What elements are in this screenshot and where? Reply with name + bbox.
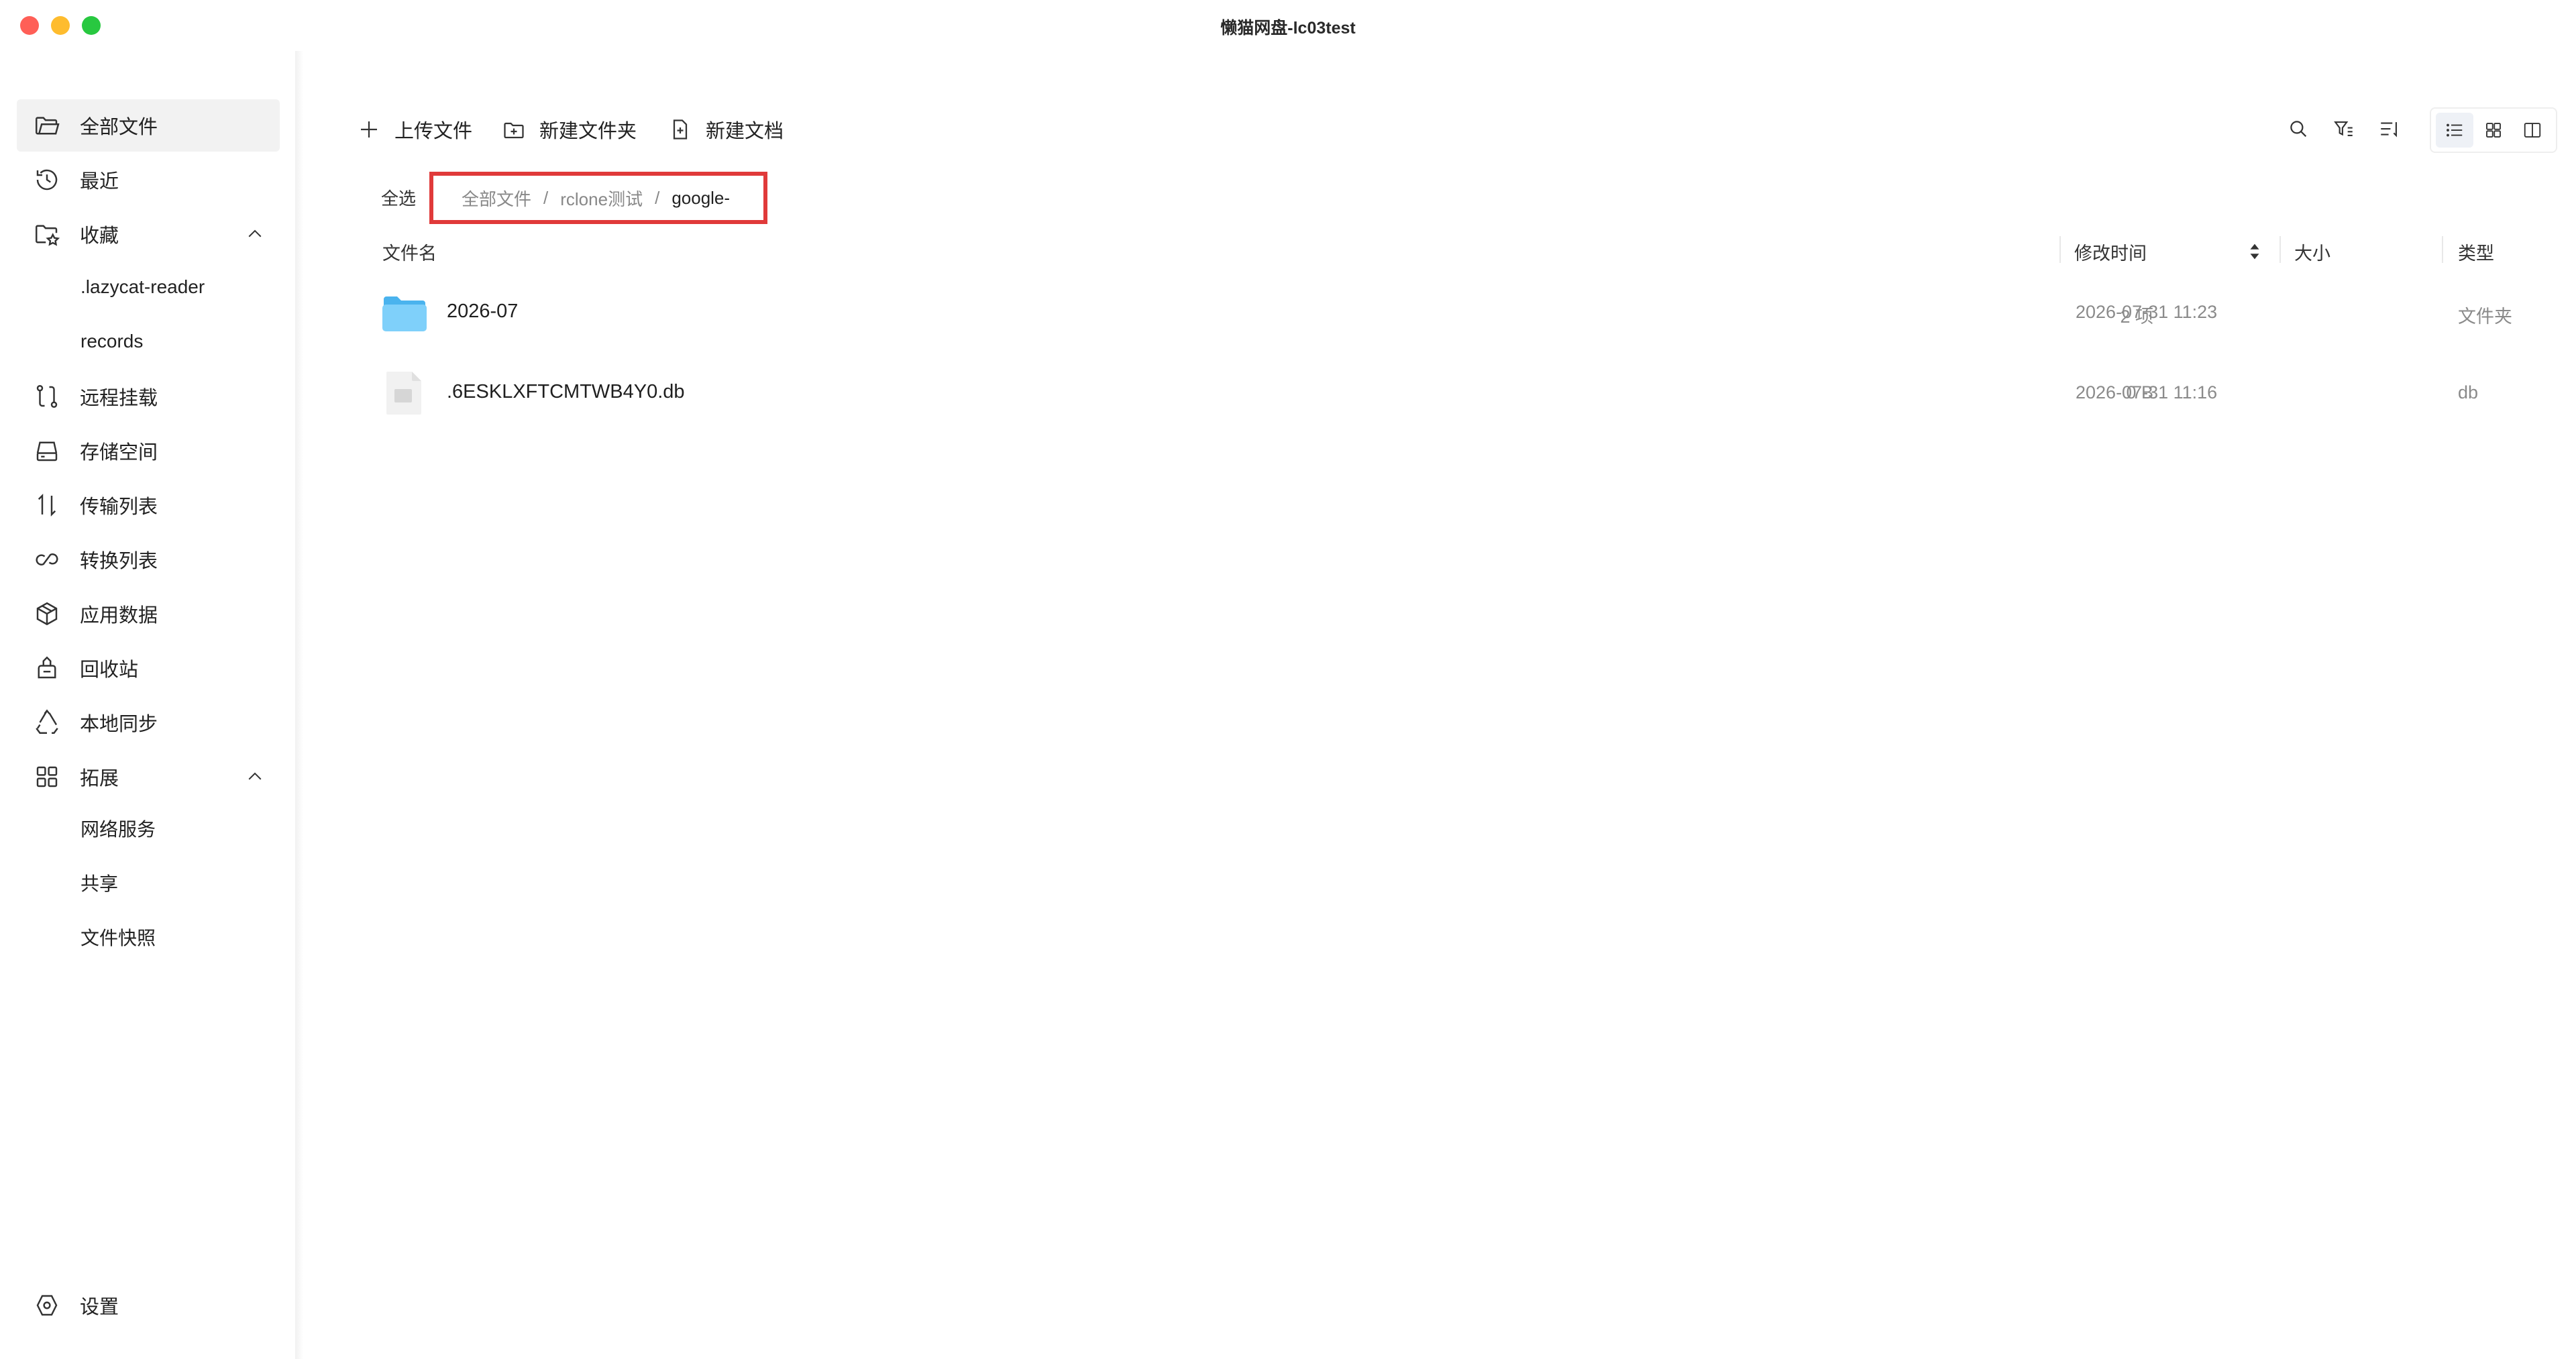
sidebar-item-storage[interactable]: 存储空间	[17, 425, 280, 477]
column-header-type[interactable]: 类型	[2458, 239, 2494, 265]
extensions-grid-icon	[33, 763, 61, 791]
sidebar-item-label: 设置	[80, 1297, 119, 1318]
view-mode-switch	[2430, 107, 2557, 153]
sync-recycle-icon	[33, 708, 61, 737]
breadcrumb-separator: /	[655, 187, 660, 208]
sidebar-item-remote-mount[interactable]: 远程挂载	[17, 370, 280, 423]
remote-mount-icon	[33, 382, 61, 411]
sidebar-item-app-data[interactable]: 应用数据	[17, 588, 280, 640]
favorite-item-lazycat-reader[interactable]: .lazycat-reader	[80, 267, 205, 307]
sidebar-item-label: 最近	[80, 171, 119, 193]
file-name: 2026-07	[447, 301, 519, 322]
upload-file-label: 上传文件	[394, 121, 473, 142]
column-divider[interactable]	[2279, 236, 2281, 263]
sidebar-item-label: 本地同步	[80, 714, 158, 735]
sort-toggle-icon[interactable]	[2249, 243, 2261, 260]
sidebar-item-all-files[interactable]: 全部文件	[17, 99, 280, 152]
extension-item-file-snapshots[interactable]: 文件快照	[80, 918, 156, 959]
storage-drive-icon	[33, 437, 61, 465]
extension-item-share[interactable]: 共享	[80, 864, 118, 904]
sort-list-icon[interactable]	[2376, 115, 2403, 142]
table-row[interactable]: .6ESKLXFTCMTWB4Y0.db 2026-07-31 11:16 0 …	[368, 354, 2555, 433]
search-icon[interactable]	[2285, 115, 2312, 142]
breadcrumb-current: google-	[672, 187, 731, 208]
sidebar-item-local-sync[interactable]: 本地同步	[17, 696, 280, 749]
folder-open-icon	[33, 111, 61, 140]
sidebar-item-recent[interactable]: 最近	[17, 154, 280, 206]
new-document-icon	[673, 119, 688, 140]
transfer-arrows-icon	[33, 491, 61, 519]
column-divider[interactable]	[2442, 236, 2443, 263]
list-view-icon	[2447, 123, 2463, 137]
sidebar-item-transfers[interactable]: 传输列表	[17, 479, 280, 531]
breadcrumb-item-rclone[interactable]: rclone测试	[560, 186, 643, 211]
breadcrumb-separator: /	[543, 187, 549, 208]
grid-view-icon	[2486, 123, 2501, 138]
sidebar-divider	[295, 51, 303, 1359]
column-header-size[interactable]: 大小	[2294, 239, 2330, 265]
file-size: 0 B	[2126, 382, 2153, 402]
file-generic-icon	[386, 372, 421, 415]
list-view-button[interactable]	[2436, 113, 2473, 148]
extension-item-network-services[interactable]: 网络服务	[80, 810, 156, 850]
sidebar-item-label: 拓展	[80, 768, 119, 790]
sidebar-item-settings[interactable]: 设置	[17, 1279, 280, 1331]
recycle-bin-icon	[33, 654, 61, 682]
sidebar: 全部文件 最近 收藏 .lazycat-reader records 远程挂载	[0, 51, 295, 1359]
window-title: 懒猫网盘-lc03test	[1220, 19, 1356, 38]
split-view-button[interactable]	[2514, 113, 2551, 148]
new-folder-icon	[504, 122, 524, 139]
breadcrumb-item-all-files[interactable]: 全部文件	[462, 186, 531, 211]
file-type: 文件夹	[2458, 307, 2512, 327]
convert-loop-icon	[33, 545, 61, 574]
file-name: .6ESKLXFTCMTWB4Y0.db	[447, 381, 685, 402]
app-data-cube-icon	[33, 600, 61, 628]
table-row[interactable]: 2026-07 2026-07-31 11:23 2 项 文件夹	[368, 274, 2555, 353]
chevron-up-icon[interactable]	[245, 224, 265, 244]
favorite-folder-icon	[33, 220, 61, 248]
grid-view-button[interactable]	[2475, 113, 2512, 148]
sidebar-item-extensions[interactable]: 拓展	[17, 751, 280, 803]
file-size: 2 项	[2120, 307, 2153, 327]
column-header-modified[interactable]: 修改时间	[2074, 239, 2147, 265]
new-document-label: 新建文档	[706, 121, 784, 142]
title-bar: 懒猫网盘-lc03test	[0, 0, 2576, 51]
sidebar-item-label: 传输列表	[80, 496, 158, 518]
settings-hexagon-icon	[33, 1291, 61, 1319]
sidebar-item-label: 收藏	[80, 225, 119, 247]
sidebar-item-label: 转换列表	[80, 551, 158, 572]
plus-icon	[361, 121, 377, 138]
sidebar-item-label: 远程挂载	[80, 388, 158, 409]
favorite-item-records[interactable]: records	[80, 321, 143, 362]
app-window: 懒猫网盘-lc03test 全部文件 最近 收藏 .lazycat-reader…	[0, 0, 2576, 1359]
chevron-up-icon[interactable]	[245, 767, 265, 787]
sidebar-item-favorites[interactable]: 收藏	[17, 208, 280, 260]
history-icon	[33, 166, 61, 194]
sidebar-item-conversions[interactable]: 转换列表	[17, 533, 280, 586]
sidebar-item-label: 应用数据	[80, 605, 158, 627]
new-document-button[interactable]: 新建文档	[668, 113, 784, 146]
upload-file-button[interactable]: 上传文件	[357, 113, 472, 146]
sidebar-item-label: 存储空间	[80, 442, 158, 464]
folder-icon	[382, 296, 427, 331]
new-folder-label: 新建文件夹	[539, 121, 637, 142]
filter-icon[interactable]	[2330, 115, 2357, 142]
column-header-name[interactable]: 文件名	[382, 239, 437, 265]
sidebar-item-label: 回收站	[80, 659, 139, 681]
split-view-icon	[2524, 123, 2541, 138]
new-folder-button[interactable]: 新建文件夹	[502, 113, 637, 146]
breadcrumb: 全部文件 / rclone测试 / google-	[429, 172, 767, 224]
file-type: db	[2458, 382, 2479, 402]
select-all-button[interactable]: 全选	[381, 185, 416, 210]
column-divider[interactable]	[2059, 236, 2061, 263]
sidebar-item-label: 全部文件	[80, 117, 158, 138]
sidebar-item-recycle-bin[interactable]: 回收站	[17, 642, 280, 694]
